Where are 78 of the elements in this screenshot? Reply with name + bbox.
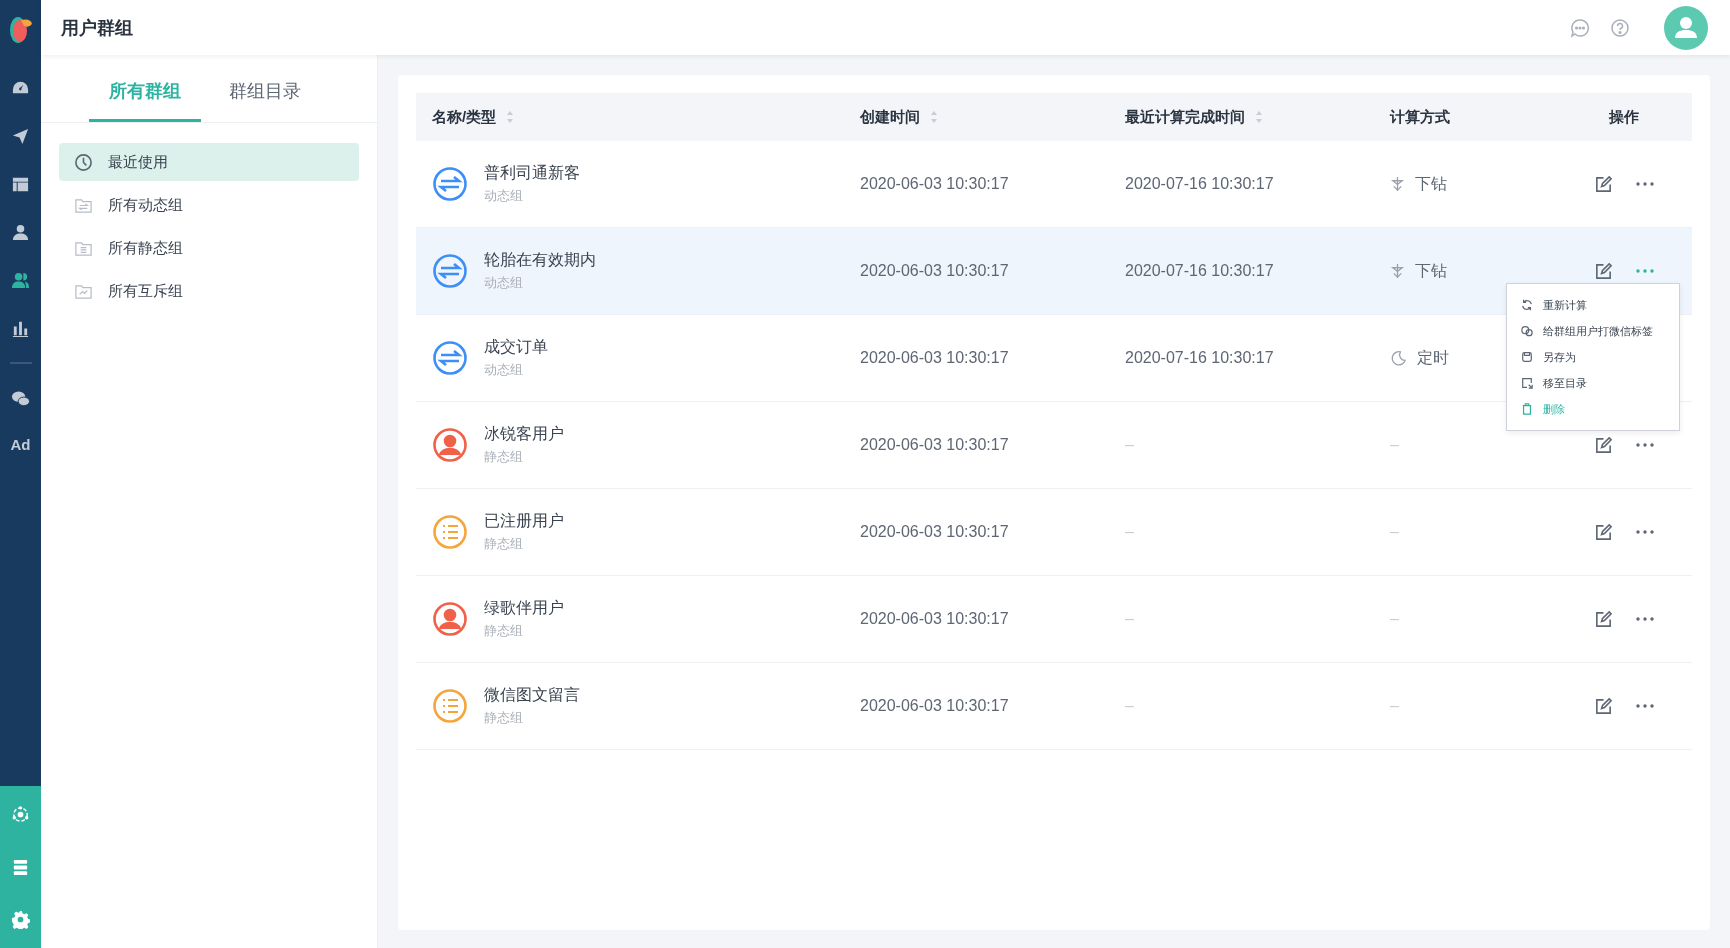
group-list-item[interactable]: 所有静态组: [59, 229, 359, 267]
last-computed-time: 2020-07-16 10:30:17: [1125, 262, 1274, 280]
last-computed-time: 2020-07-16 10:30:17: [1125, 349, 1274, 367]
drill-down-icon: [1390, 262, 1405, 280]
group-type: 动态组: [484, 361, 524, 379]
person-icon: [432, 427, 468, 463]
group-type: 静态组: [484, 448, 524, 466]
more-icon[interactable]: [1634, 616, 1655, 622]
chat-bubbles-icon: [1521, 325, 1533, 337]
compute-method: 定时: [1417, 347, 1449, 368]
group-type: 静态组: [484, 709, 524, 727]
swap-arrows-icon: [432, 166, 468, 202]
column-header: 名称/类型: [432, 107, 497, 127]
column-header: 操作: [1609, 107, 1639, 127]
more-icon[interactable]: [1634, 181, 1655, 187]
page-title: 用户群组: [61, 16, 133, 40]
created-time: 2020-06-03 10:30:17: [860, 349, 1009, 367]
last-computed-time: –: [1125, 523, 1134, 541]
last-computed-time: –: [1125, 436, 1134, 454]
created-time: 2020-06-03 10:30:17: [860, 610, 1009, 628]
compute-method: 下钻: [1415, 173, 1447, 194]
logo-icon: [8, 14, 33, 44]
edit-icon[interactable]: [1593, 174, 1613, 194]
panel-tab[interactable]: 群组目录: [209, 63, 321, 122]
compute-method: –: [1390, 523, 1399, 541]
save-icon: [1521, 351, 1533, 363]
menu-item[interactable]: 移至目录: [1507, 370, 1679, 396]
clock-icon: [74, 152, 93, 172]
group-list-item[interactable]: 最近使用: [59, 143, 359, 181]
edit-icon[interactable]: [1593, 435, 1613, 455]
compute-method: –: [1390, 436, 1399, 454]
compute-method: –: [1390, 697, 1399, 715]
group-name[interactable]: 微信图文留言: [484, 685, 580, 706]
more-icon[interactable]: [1634, 442, 1655, 448]
created-time: 2020-06-03 10:30:17: [860, 262, 1009, 280]
created-time: 2020-06-03 10:30:17: [860, 697, 1009, 715]
created-time: 2020-06-03 10:30:17: [860, 175, 1009, 193]
menu-item[interactable]: 重新计算: [1507, 292, 1679, 318]
last-computed-time: 2020-07-16 10:30:17: [1125, 175, 1274, 193]
compute-method: –: [1390, 610, 1399, 628]
swap-arrows-icon: [432, 340, 468, 376]
column-header: 最近计算完成时间: [1125, 107, 1245, 127]
list-icon: [432, 688, 468, 724]
column-header: 计算方式: [1390, 107, 1450, 127]
menu-item[interactable]: 给群组用户打微信标签: [1507, 318, 1679, 344]
column-header: 创建时间: [860, 107, 920, 127]
created-time: 2020-06-03 10:30:17: [860, 523, 1009, 541]
group-type: 动态组: [484, 274, 524, 292]
move-icon: [1521, 377, 1533, 389]
more-icon[interactable]: [1634, 703, 1655, 709]
last-computed-time: –: [1125, 610, 1134, 628]
group-type: 动态组: [484, 187, 524, 205]
list-icon: [432, 514, 468, 550]
group-name[interactable]: 成交订单: [484, 337, 548, 358]
group-name[interactable]: 绿歌伴用户: [484, 598, 564, 619]
edit-icon[interactable]: [1593, 696, 1613, 716]
menu-item[interactable]: 另存为: [1507, 344, 1679, 370]
compute-method: 下钻: [1415, 260, 1447, 281]
group-name[interactable]: 轮胎在有效期内: [484, 250, 596, 271]
group-list-item[interactable]: 所有动态组: [59, 186, 359, 224]
swap-arrows-icon: [432, 253, 468, 289]
last-computed-time: –: [1125, 697, 1134, 715]
more-icon[interactable]: [1634, 529, 1655, 535]
created-time: 2020-06-03 10:30:17: [860, 436, 1009, 454]
edit-icon[interactable]: [1593, 609, 1613, 629]
drill-down-icon: [1390, 175, 1405, 193]
group-list-item[interactable]: 所有互斥组: [59, 272, 359, 310]
edit-icon[interactable]: [1593, 261, 1613, 281]
ad-nav-item[interactable]: Ad: [0, 422, 41, 466]
group-name[interactable]: 已注册用户: [484, 511, 564, 532]
group-name[interactable]: 普利司通新客: [484, 163, 580, 184]
refresh-icon: [1521, 299, 1533, 311]
moon-clock-icon: [1390, 349, 1407, 367]
trash-icon: [1521, 403, 1533, 415]
group-type: 静态组: [484, 622, 524, 640]
group-type: 静态组: [484, 535, 524, 553]
person-icon: [432, 601, 468, 637]
edit-icon[interactable]: [1593, 522, 1613, 542]
